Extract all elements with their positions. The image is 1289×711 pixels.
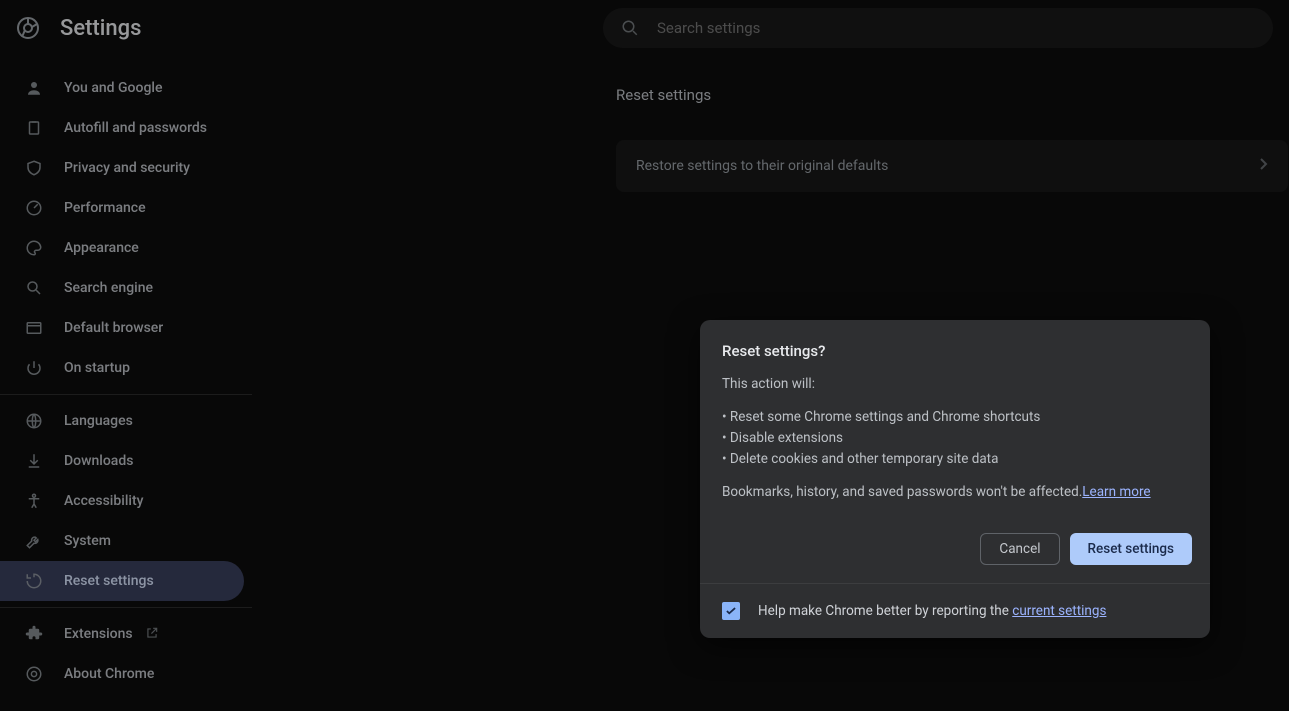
sidebar-item-privacy-and-security[interactable]: Privacy and security (0, 148, 256, 188)
dialog-bullet-list: Reset some Chrome settings and Chrome sh… (722, 407, 1188, 470)
dialog-bullet: Disable extensions (722, 428, 1188, 449)
sidebar-item-extensions[interactable]: Extensions (0, 614, 256, 654)
wrench-icon (24, 531, 44, 551)
sidebar-item-downloads[interactable]: Downloads (0, 441, 256, 481)
sidebar-item-you-and-google[interactable]: You and Google (0, 68, 256, 108)
sidebar-item-accessibility[interactable]: Accessibility (0, 481, 256, 521)
palette-icon (24, 238, 44, 258)
sidebar-item-label: Search engine (64, 280, 153, 296)
browser-icon (24, 318, 44, 338)
sidebar-item-label: Downloads (64, 453, 133, 469)
sidebar-item-label: Privacy and security (64, 160, 190, 176)
sidebar-item-label: Performance (64, 200, 146, 216)
cancel-button[interactable]: Cancel (980, 533, 1059, 565)
learn-more-link[interactable]: Learn more (1082, 484, 1150, 500)
shield-icon (24, 158, 44, 178)
chrome-logo-icon (16, 16, 40, 40)
page-title: Settings (60, 16, 141, 41)
top-bar: Settings (0, 0, 1289, 56)
person-icon (24, 78, 44, 98)
sidebar-item-default-browser[interactable]: Default browser (0, 308, 256, 348)
sidebar-item-label: On startup (64, 360, 130, 376)
speedometer-icon (24, 198, 44, 218)
sidebar-item-label: Default browser (64, 320, 163, 336)
clipboard-icon (24, 118, 44, 138)
restore-defaults-row[interactable]: Restore settings to their original defau… (616, 140, 1288, 192)
power-icon (24, 358, 44, 378)
chrome-icon (24, 664, 44, 684)
sidebar-divider (0, 394, 252, 395)
sidebar-item-label: System (64, 533, 111, 549)
sidebar-item-label: Appearance (64, 240, 139, 256)
dialog-bullet: Delete cookies and other temporary site … (722, 449, 1188, 470)
sidebar-item-label: Autofill and passwords (64, 120, 207, 136)
sidebar-item-label: Accessibility (64, 493, 143, 509)
search-icon (24, 278, 44, 298)
restore-defaults-label: Restore settings to their original defau… (636, 158, 888, 174)
reset-settings-button[interactable]: Reset settings (1070, 533, 1192, 565)
reset-settings-dialog: Reset settings? This action will: Reset … (700, 320, 1210, 638)
sidebar-item-search-engine[interactable]: Search engine (0, 268, 256, 308)
dialog-note: Bookmarks, history, and saved passwords … (722, 482, 1188, 503)
sidebar-item-on-startup[interactable]: On startup (0, 348, 256, 388)
sidebar-item-label: Languages (64, 413, 133, 429)
sidebar-item-label: Reset settings (64, 573, 154, 589)
dialog-bullet: Reset some Chrome settings and Chrome sh… (722, 407, 1188, 428)
accessibility-icon (24, 491, 44, 511)
dialog-footer-text: Help make Chrome better by reporting the… (758, 603, 1106, 619)
sidebar-item-performance[interactable]: Performance (0, 188, 256, 228)
sidebar-divider (0, 607, 252, 608)
report-checkbox[interactable] (722, 602, 740, 620)
chevron-right-icon (1260, 158, 1268, 174)
sidebar-item-label: About Chrome (64, 666, 154, 682)
dialog-intro: This action will: (722, 374, 1188, 395)
search-container[interactable] (603, 8, 1273, 48)
current-settings-link[interactable]: current settings (1012, 603, 1106, 619)
external-link-icon (145, 626, 161, 642)
restore-icon (24, 571, 44, 591)
sidebar-item-appearance[interactable]: Appearance (0, 228, 256, 268)
sidebar: You and Google Autofill and passwords Priv… (0, 56, 256, 711)
sidebar-item-reset-settings[interactable]: Reset settings (0, 561, 244, 601)
search-icon (621, 19, 639, 37)
section-heading: Reset settings (616, 86, 711, 104)
download-icon (24, 451, 44, 471)
sidebar-item-system[interactable]: System (0, 521, 256, 561)
search-input[interactable] (657, 19, 1255, 37)
sidebar-item-about-chrome[interactable]: About Chrome (0, 654, 256, 694)
extension-icon (24, 624, 44, 644)
globe-icon (24, 411, 44, 431)
sidebar-item-label: You and Google (64, 80, 162, 96)
sidebar-item-languages[interactable]: Languages (0, 401, 256, 441)
sidebar-item-autofill-and-passwords[interactable]: Autofill and passwords (0, 108, 256, 148)
sidebar-item-label: Extensions (64, 626, 133, 642)
dialog-title: Reset settings? (700, 320, 1210, 366)
